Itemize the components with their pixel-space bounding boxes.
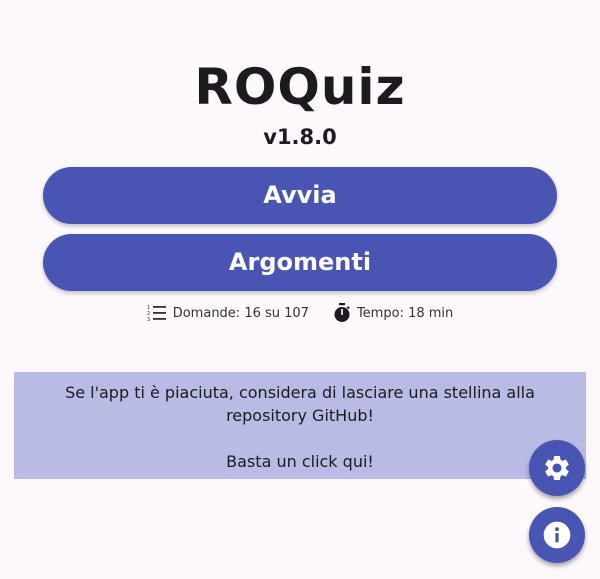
quiz-info-row: 1 2 3 Domande: 16 su 107 Tempo: 18 min: [0, 301, 600, 325]
info-button[interactable]: [529, 507, 585, 563]
github-banner[interactable]: Se l'app ti è piaciuta, considera di las…: [14, 372, 586, 479]
info-icon: [543, 521, 571, 549]
stopwatch-icon: [334, 303, 350, 322]
app-title: ROQuiz: [194, 58, 406, 116]
topics-button[interactable]: Argomenti: [43, 234, 557, 291]
app-screen: ROQuiz v1.8.0 Avvia Argomenti 1 2 3 Doma…: [0, 0, 600, 579]
time-text: Tempo: 18 min: [356, 305, 454, 321]
gear-icon: [545, 455, 569, 480]
svg-text:3: 3: [147, 317, 150, 322]
time-info: Tempo: 18 min: [333, 303, 453, 323]
app-version: v1.8.0: [263, 125, 337, 149]
start-button[interactable]: Avvia: [43, 167, 557, 224]
settings-button[interactable]: [529, 440, 585, 496]
numbered-list-icon: 1 2 3: [147, 305, 166, 322]
questions-info: 1 2 3 Domande: 16 su 107: [147, 304, 309, 322]
banner-cta[interactable]: Basta un click qui!: [14, 450, 586, 473]
banner-message: Se l'app ti è piaciuta, considera di las…: [65, 383, 535, 425]
questions-text: Domande: 16 su 107: [172, 305, 309, 321]
